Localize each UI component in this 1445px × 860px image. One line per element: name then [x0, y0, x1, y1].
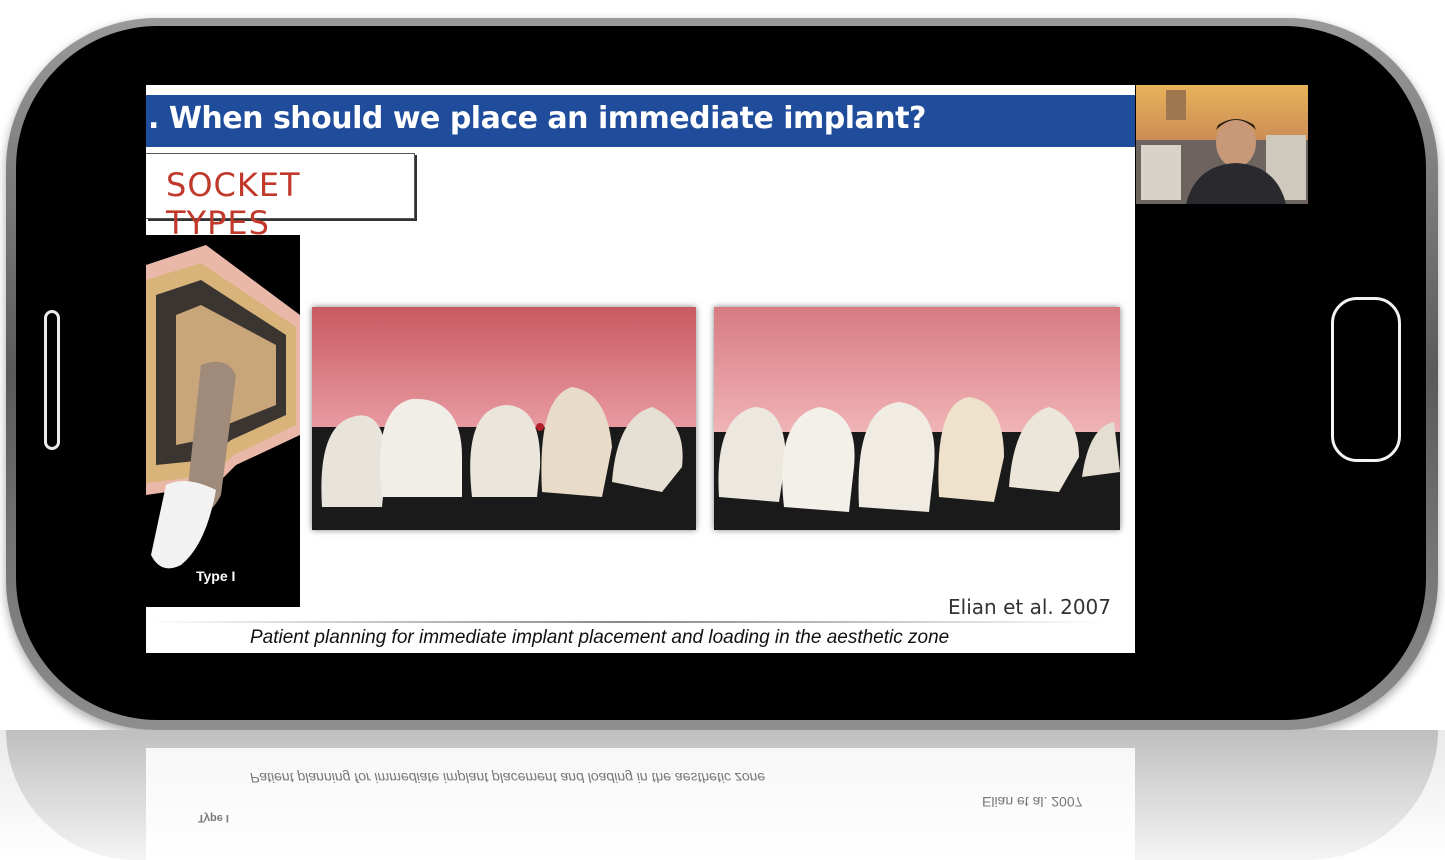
section-heading-box: SOCKET TYPES — [146, 153, 415, 242]
reflected-diagram-label: Type I — [198, 812, 229, 824]
section-heading: SOCKET TYPES — [166, 166, 301, 242]
phone-reflection: Patient planning for immediate implant p… — [0, 730, 1445, 860]
clinical-photo-before — [312, 307, 696, 530]
clinical-photo-after — [714, 307, 1120, 530]
slide-caption: Patient planning for immediate implant p… — [250, 627, 950, 648]
socket-diagram-image: Type I — [146, 235, 300, 607]
presentation-slide: . When should we place an immediate impl… — [146, 52, 1135, 682]
socket-diagram: Type I — [146, 235, 300, 607]
reflected-credit: Elian et al. 2007 — [982, 794, 1083, 810]
title-bar: . When should we place an immediate impl… — [146, 95, 1135, 147]
presenter-webcam — [1136, 85, 1308, 204]
diagram-label: Type I — [196, 568, 235, 584]
home-button-icon[interactable] — [1331, 297, 1401, 462]
citation-credit: Elian et al. 2007 — [948, 595, 1111, 619]
reflected-caption: Patient planning for immediate implant p… — [250, 770, 766, 786]
side-button-icon[interactable] — [44, 310, 60, 450]
slide-content: . When should we place an immediate impl… — [146, 85, 1135, 653]
divider-line — [146, 621, 1106, 623]
slide-title: . When should we place an immediate impl… — [148, 101, 926, 136]
